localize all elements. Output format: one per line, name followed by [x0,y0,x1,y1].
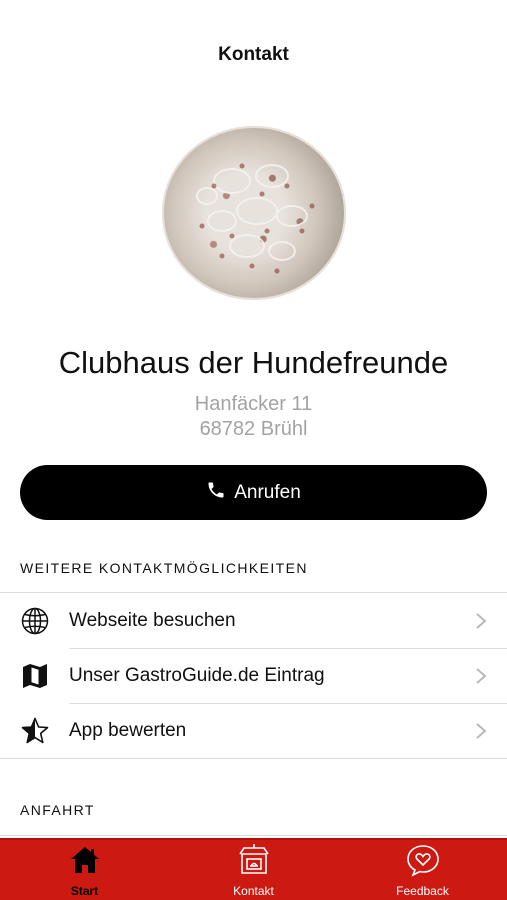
list-item-label: Unser GastroGuide.de Eintrag [69,664,325,686]
list-item-gastroguide[interactable]: Unser GastroGuide.de Eintrag [0,648,507,703]
venue-name: Clubhaus der Hundefreunde [58,345,449,380]
chevron-right-icon [476,612,487,629]
more-contact-header: WEITERE KONTAKTMÖGLICHKEITEN [20,560,308,576]
list-item-label: Webseite besuchen [69,609,236,631]
list-item-label: App bewerten [69,719,187,741]
directions-header: ANFAHRT [20,802,95,818]
tab-label: Kontakt [233,884,274,898]
call-button-label: Anrufen [234,481,301,503]
page-title: Kontakt [218,44,289,65]
tab-label: Feedback [396,884,449,898]
restaurant-icon [236,842,272,883]
contact-options-list: Webseite besuchen Unser GastroGuide.de E… [0,592,507,759]
chevron-right-icon [476,667,487,684]
phone-icon [206,480,226,506]
venue-city: 68782 Brühl [199,418,308,440]
list-item-rate-app[interactable]: App bewerten [0,703,507,758]
heart-bubble-icon [405,842,441,883]
flammkuchen-photo [162,126,346,300]
call-button[interactable]: Anrufen [20,465,487,520]
home-icon [67,842,103,883]
venue-street: Hanfäcker 11 [194,393,313,415]
map-icon [20,661,50,691]
tab-label: Start [70,884,99,898]
tab-bar: Start Kontakt Feedback [0,838,507,900]
tab-feedback[interactable]: Feedback [338,840,507,900]
star-icon [20,716,50,746]
list-item-website[interactable]: Webseite besuchen [0,593,507,648]
tab-start[interactable]: Start [0,840,169,900]
tab-kontakt[interactable]: Kontakt [169,840,338,900]
chevron-right-icon [476,722,487,739]
globe-icon [20,606,50,636]
